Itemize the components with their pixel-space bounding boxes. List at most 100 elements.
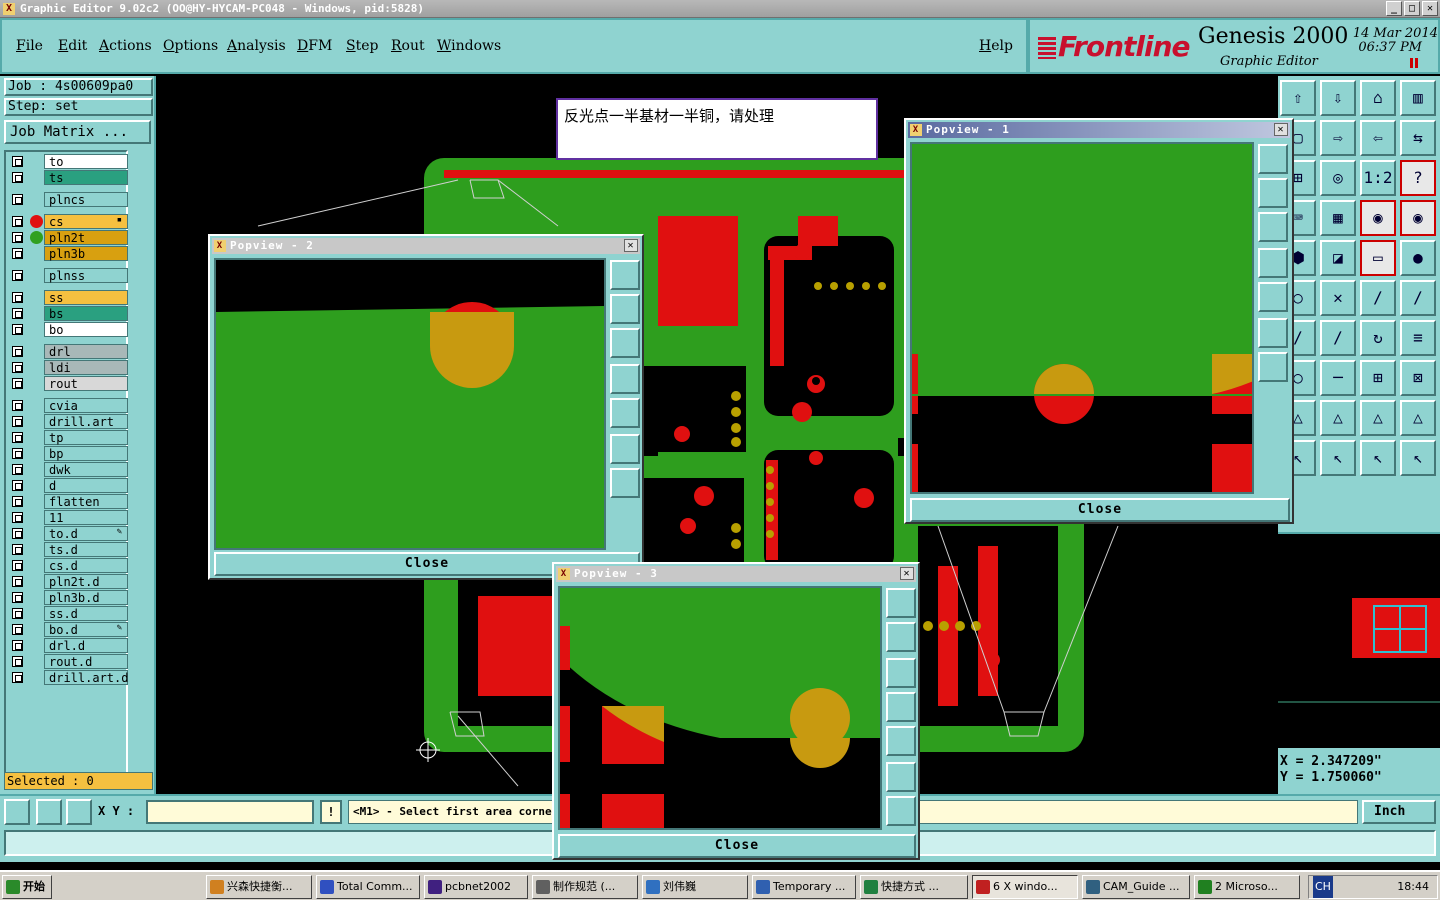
layer-name[interactable]: rout.d	[44, 654, 128, 669]
layer-name[interactable]: pln2t.d	[44, 574, 128, 589]
tool-button[interactable]: ◎	[1320, 160, 1356, 196]
popview-3-view[interactable]	[558, 586, 882, 830]
grid-icon[interactable]	[66, 799, 92, 825]
popview-btn-2[interactable]	[1258, 178, 1288, 208]
layer-checkbox[interactable]	[12, 512, 23, 523]
layer-row[interactable]: to	[10, 154, 128, 169]
layer-name[interactable]: cvia	[44, 398, 128, 413]
layer-row[interactable]: ss.d	[10, 606, 128, 621]
layer-name[interactable]: tp	[44, 430, 128, 445]
layer-checkbox[interactable]	[12, 528, 23, 539]
layer-row[interactable]: d	[10, 478, 128, 493]
tool-button[interactable]: ▥	[1400, 80, 1436, 116]
taskbar-button[interactable]: 刘伟巍	[642, 875, 748, 899]
tool-button[interactable]: ⊞	[1360, 360, 1396, 396]
menu-dfm[interactable]: DFM	[297, 38, 332, 54]
layer-checkbox[interactable]	[12, 560, 23, 571]
tool-button[interactable]: ●	[1400, 240, 1436, 276]
zoom-area-icon[interactable]	[4, 799, 30, 825]
layer-row[interactable]: bo	[10, 322, 128, 337]
tool-button[interactable]: ∕	[1360, 280, 1396, 316]
pause-icon[interactable]	[1410, 58, 1418, 68]
layer-name[interactable]: pln2t	[44, 230, 128, 245]
layer-checkbox[interactable]	[12, 216, 23, 227]
tool-button[interactable]: ─	[1320, 360, 1356, 396]
layer-row[interactable]: plnss	[10, 268, 128, 283]
language-indicator[interactable]: CH	[1313, 876, 1333, 898]
tool-button[interactable]: ⇩	[1320, 80, 1356, 116]
popview-close-icon[interactable]: ✕	[1274, 123, 1288, 136]
taskbar-button[interactable]: 兴森快捷衡...	[206, 875, 312, 899]
layer-name[interactable]: 11	[44, 510, 128, 525]
layer-checkbox[interactable]	[12, 248, 23, 259]
menu-analysis[interactable]: Analysis	[227, 38, 286, 54]
layer-name[interactable]: cs.d	[44, 558, 128, 573]
layer-row[interactable]: drl.d	[10, 638, 128, 653]
popview-btn-5[interactable]	[610, 398, 640, 428]
layer-row[interactable]: pln3b	[10, 246, 128, 261]
tool-button[interactable]: ?	[1400, 160, 1436, 196]
taskbar-button[interactable]: 快捷方式 ...	[860, 875, 968, 899]
tool-button[interactable]: ↖	[1320, 440, 1356, 476]
layer-row[interactable]: rout	[10, 376, 128, 391]
menu-edit[interactable]: Edit	[58, 38, 87, 54]
layer-name[interactable]: rout	[44, 376, 128, 391]
menu-rout[interactable]: Rout	[391, 38, 425, 54]
layer-checkbox[interactable]	[12, 324, 23, 335]
layer-row[interactable]: pln3b.d	[10, 590, 128, 605]
menu-options[interactable]: Options	[163, 38, 218, 54]
popview-3-titlebar[interactable]: X Popview - 3 ✕	[556, 566, 916, 582]
popview-btn-7[interactable]	[610, 468, 640, 498]
layer-checkbox[interactable]	[12, 232, 23, 243]
tool-button[interactable]: ⌂	[1360, 80, 1396, 116]
tool-button[interactable]: ◉	[1360, 200, 1396, 236]
layer-name[interactable]: ss	[44, 290, 128, 305]
popview-btn-3[interactable]	[610, 328, 640, 358]
layer-row[interactable]: pln2t	[10, 230, 128, 245]
layer-name[interactable]: pln3b	[44, 246, 128, 261]
layer-name[interactable]: d	[44, 478, 128, 493]
popview-btn-3[interactable]	[886, 658, 916, 688]
taskbar-button[interactable]: 制作规范 (...	[532, 875, 638, 899]
layer-row[interactable]: tp	[10, 430, 128, 445]
layer-checkbox[interactable]	[12, 346, 23, 357]
layer-name[interactable]: ldi	[44, 360, 128, 375]
layer-name[interactable]: drl.d	[44, 638, 128, 653]
maximize-button[interactable]: □	[1404, 1, 1420, 16]
layer-name[interactable]: dwk	[44, 462, 128, 477]
taskbar-button[interactable]: Temporary ...	[752, 875, 856, 899]
tool-button[interactable]: ⊠	[1400, 360, 1436, 396]
layer-row[interactable]: drl	[10, 344, 128, 359]
tool-button[interactable]: ↻	[1360, 320, 1396, 356]
popview-btn-6[interactable]	[610, 434, 640, 464]
layer-checkbox[interactable]	[12, 624, 23, 635]
layer-checkbox[interactable]	[12, 270, 23, 281]
layer-checkbox[interactable]	[12, 448, 23, 459]
layer-checkbox[interactable]	[12, 576, 23, 587]
layer-row[interactable]: ldi	[10, 360, 128, 375]
unit-button[interactable]: Inch	[1362, 800, 1436, 824]
layer-row[interactable]: drill.art.d	[10, 670, 128, 685]
menu-step[interactable]: Step	[346, 38, 378, 54]
layer-name[interactable]: drill.art.d	[44, 670, 128, 685]
xy-input[interactable]	[146, 800, 314, 824]
layer-name[interactable]: bo.d	[44, 622, 128, 637]
layer-row[interactable]: to.d ✎	[10, 526, 128, 541]
popview-btn-7[interactable]	[886, 796, 916, 826]
popview-btn-3[interactable]	[1258, 212, 1288, 242]
layer-checkbox[interactable]	[12, 480, 23, 491]
tool-button[interactable]: ◉	[1400, 200, 1436, 236]
taskbar-button[interactable]: Total Comm...	[316, 875, 420, 899]
layer-name[interactable]: pln3b.d	[44, 590, 128, 605]
popview-btn-6[interactable]	[886, 762, 916, 792]
layer-row[interactable]: rout.d	[10, 654, 128, 669]
layer-name[interactable]: ts.d	[44, 542, 128, 557]
minimize-button[interactable]: _	[1386, 1, 1402, 16]
layer-name[interactable]: bp	[44, 446, 128, 461]
layer-row[interactable]: plncs	[10, 192, 128, 207]
layer-checkbox[interactable]	[12, 656, 23, 667]
layer-checkbox[interactable]	[12, 496, 23, 507]
tool-button[interactable]: ◪	[1320, 240, 1356, 276]
close-window-button[interactable]: ✕	[1422, 1, 1438, 16]
layer-row[interactable]: dwk	[10, 462, 128, 477]
